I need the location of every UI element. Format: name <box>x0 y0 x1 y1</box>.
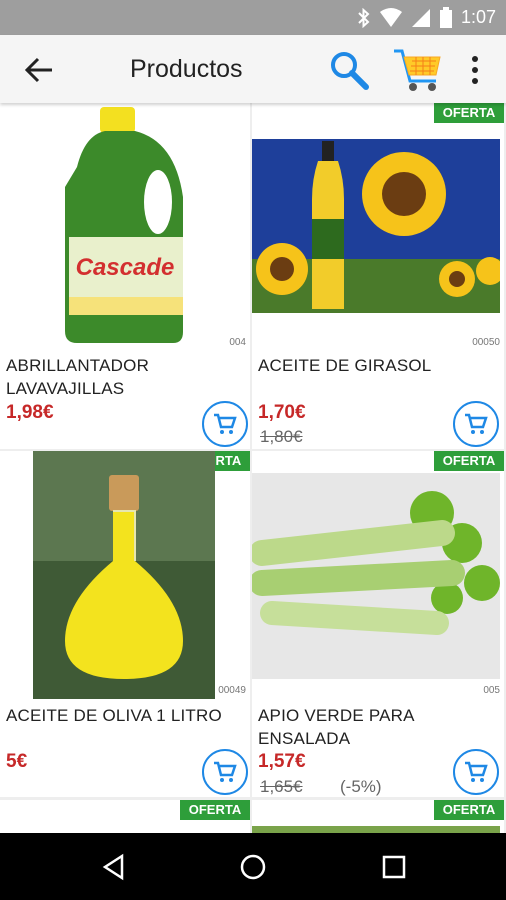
product-old-price: 1,65€ <box>260 777 303 796</box>
nav-back-icon[interactable] <box>100 853 128 881</box>
product-code: 004 <box>229 337 246 348</box>
status-bar: 1:07 <box>0 0 506 35</box>
add-to-cart-icon <box>465 761 488 782</box>
product-grid: Cascade 004 ABRILLANTADOR LAVAVAJILLAS 1… <box>0 103 506 833</box>
product-name: APIO VERDE PARA ENSALADA <box>258 706 414 748</box>
nav-recents-icon[interactable] <box>381 854 407 880</box>
offer-badge: OFERTA <box>434 103 504 123</box>
add-to-cart-button[interactable] <box>453 401 499 447</box>
offer-badge: OFERTA <box>180 800 250 820</box>
add-to-cart-icon <box>465 413 488 434</box>
product-card[interactable]: OFERTA <box>252 800 504 833</box>
add-to-cart-icon <box>214 761 237 782</box>
svg-text:Cascade: Cascade <box>76 254 175 281</box>
product-card[interactable]: OFERTA 00049 ACEITE DE OLIVA 1 LITRO 5€ <box>0 451 250 797</box>
bluetooth-icon <box>358 7 370 28</box>
offer-badge: OFERTA <box>434 451 504 471</box>
product-code: 005 <box>483 685 500 696</box>
more-options-icon[interactable] <box>464 53 486 87</box>
product-image: Cascade <box>55 107 195 347</box>
product-card[interactable]: OFERTA <box>0 800 250 833</box>
add-to-cart-button[interactable] <box>202 401 248 447</box>
product-price: 1,57€ <box>258 751 306 772</box>
add-to-cart-button[interactable] <box>453 749 499 795</box>
product-name: ABRILLANTADOR LAVAVAJILLAS <box>6 356 150 398</box>
product-image <box>252 473 500 679</box>
product-card[interactable]: Cascade 004 ABRILLANTADOR LAVAVAJILLAS 1… <box>0 103 250 449</box>
wifi-icon <box>379 7 402 27</box>
product-card[interactable]: OFERTA 005 APIO VERDE PARA ENSALADA 1,57… <box>252 451 504 797</box>
product-image <box>33 451 215 699</box>
product-image <box>252 139 500 313</box>
add-to-cart-icon <box>214 413 237 434</box>
product-discount: (-5%) <box>340 777 382 796</box>
product-price: 1,70€ <box>258 402 306 423</box>
back-arrow-icon[interactable] <box>22 55 56 85</box>
navigation-bar <box>0 833 506 900</box>
offer-badge: OFERTA <box>434 800 504 820</box>
product-code: 00050 <box>472 337 500 348</box>
clock: 1:07 <box>460 7 496 27</box>
battery-icon <box>439 6 452 28</box>
product-name: ACEITE DE OLIVA 1 LITRO <box>6 706 222 725</box>
shopping-cart-icon[interactable] <box>392 43 444 95</box>
product-name: ACEITE DE GIRASOL <box>258 356 432 375</box>
search-icon[interactable] <box>328 49 370 91</box>
product-code: 00049 <box>218 685 246 696</box>
product-price: 1,98€ <box>6 402 54 423</box>
product-image <box>252 826 500 833</box>
product-price: 5€ <box>6 751 28 772</box>
add-to-cart-button[interactable] <box>202 749 248 795</box>
nav-home-icon[interactable] <box>239 853 267 881</box>
page-title: Productos <box>130 55 243 83</box>
app-bar: Productos <box>0 35 506 103</box>
cell-signal-icon <box>411 8 430 27</box>
product-card[interactable]: OFERTA 00050 ACEITE DE GIRASOL 1,70€ 1,8… <box>252 103 504 449</box>
product-old-price: 1,80€ <box>260 427 303 446</box>
